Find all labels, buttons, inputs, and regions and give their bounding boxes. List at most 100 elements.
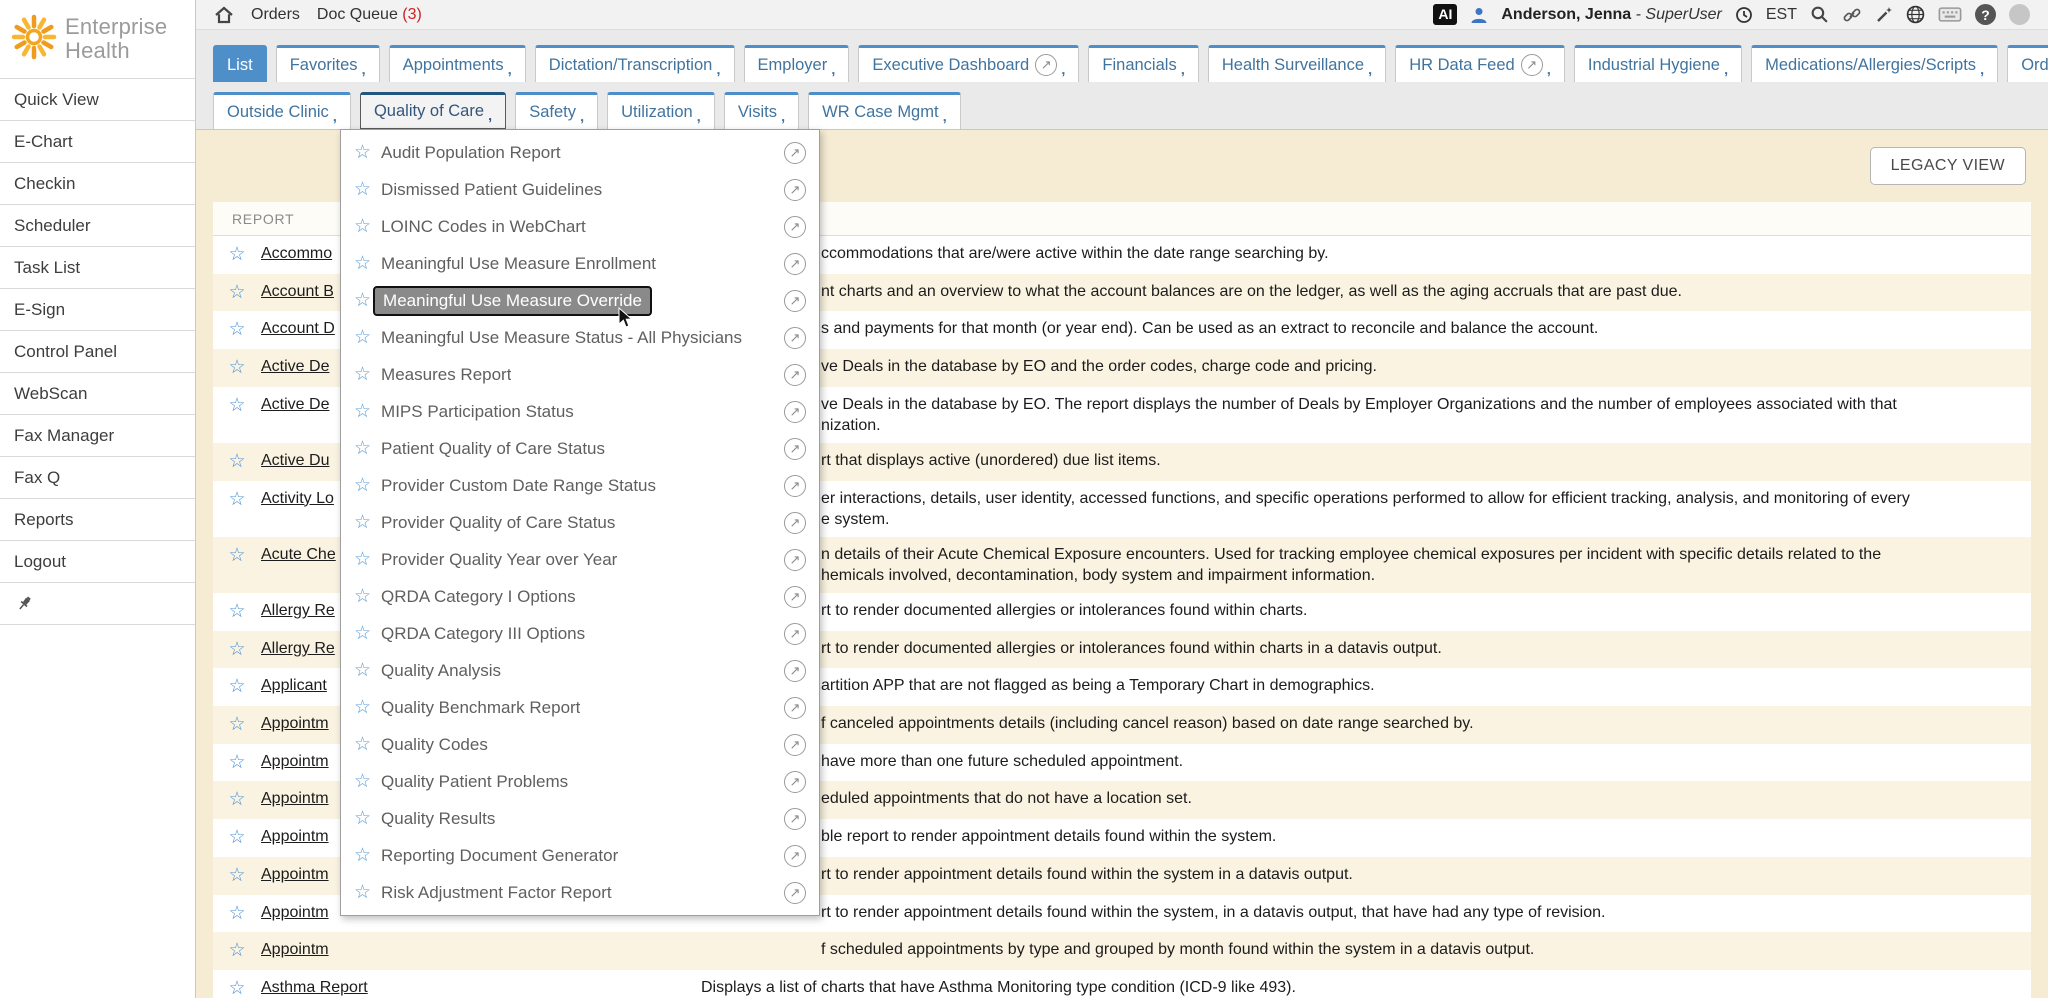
favorite-star-icon[interactable]: ☆ bbox=[354, 141, 371, 164]
favorite-star-icon[interactable]: ☆ bbox=[354, 252, 371, 275]
menu-item-quality-patient-problems[interactable]: ☆ Quality Patient Problems ↗ bbox=[341, 763, 819, 800]
sidebar-item-control-panel[interactable]: Control Panel bbox=[0, 331, 195, 373]
favorite-star-icon[interactable]: ☆ bbox=[213, 638, 261, 663]
favorite-star-icon[interactable]: ☆ bbox=[213, 488, 261, 513]
user-menu[interactable]: Anderson, Jenna - SuperUser bbox=[1501, 6, 1722, 24]
sidebar-item-e-chart[interactable]: E-Chart bbox=[0, 121, 195, 163]
report-link[interactable]: Asthma Report bbox=[261, 977, 701, 998]
sidebar-item-task-list[interactable]: Task List bbox=[0, 247, 195, 289]
open-new-window-icon[interactable]: ↗ bbox=[784, 808, 806, 830]
sidebar-item-webscan[interactable]: WebScan bbox=[0, 373, 195, 415]
open-new-window-icon[interactable]: ↗ bbox=[1521, 54, 1543, 76]
favorite-star-icon[interactable]: ☆ bbox=[354, 807, 371, 830]
tab-medications-allergies-scripts[interactable]: Medications/Allergies/Scripts ‚ bbox=[1751, 45, 1998, 82]
sidebar-item-reports[interactable]: Reports bbox=[0, 499, 195, 541]
help-icon[interactable]: ? bbox=[1975, 4, 1996, 25]
open-new-window-icon[interactable]: ↗ bbox=[784, 179, 806, 201]
open-new-window-icon[interactable]: ↗ bbox=[784, 660, 806, 682]
favorite-star-icon[interactable]: ☆ bbox=[213, 864, 261, 889]
favorite-star-icon[interactable]: ☆ bbox=[354, 400, 371, 423]
open-new-window-icon[interactable]: ↗ bbox=[784, 438, 806, 460]
menu-item-quality-analysis[interactable]: ☆ Quality Analysis ↗ bbox=[341, 652, 819, 689]
favorite-star-icon[interactable]: ☆ bbox=[354, 474, 371, 497]
search-icon[interactable] bbox=[1810, 5, 1829, 24]
keyboard-icon[interactable] bbox=[1938, 6, 1962, 23]
favorite-star-icon[interactable]: ☆ bbox=[354, 585, 371, 608]
open-new-window-icon[interactable]: ↗ bbox=[784, 549, 806, 571]
favorite-star-icon[interactable]: ☆ bbox=[213, 902, 261, 927]
open-new-window-icon[interactable]: ↗ bbox=[784, 771, 806, 793]
tab-quality-of-care[interactable]: Quality of Care ‚ bbox=[360, 92, 506, 129]
favorite-star-icon[interactable]: ☆ bbox=[213, 318, 261, 343]
tab-appointments[interactable]: Appointments ‚ bbox=[389, 45, 526, 82]
favorite-star-icon[interactable]: ☆ bbox=[354, 733, 371, 756]
open-new-window-icon[interactable]: ↗ bbox=[784, 142, 806, 164]
pin-icon[interactable] bbox=[16, 595, 33, 612]
open-new-window-icon[interactable]: ↗ bbox=[784, 327, 806, 349]
tab-industrial-hygiene[interactable]: Industrial Hygiene ‚ bbox=[1574, 45, 1742, 82]
favorite-star-icon[interactable]: ☆ bbox=[354, 215, 371, 238]
open-new-window-icon[interactable]: ↗ bbox=[784, 882, 806, 904]
open-new-window-icon[interactable]: ↗ bbox=[784, 475, 806, 497]
menu-item-meaningful-use-measure-enrollment[interactable]: ☆ Meaningful Use Measure Enrollment ↗ bbox=[341, 245, 819, 282]
tab-safety[interactable]: Safety ‚ bbox=[515, 92, 598, 129]
tab-employer[interactable]: Employer ‚ bbox=[744, 45, 850, 82]
sidebar-item-fax-manager[interactable]: Fax Manager bbox=[0, 415, 195, 457]
favorite-star-icon[interactable]: ☆ bbox=[213, 939, 261, 964]
menu-item-audit-population-report[interactable]: ☆ Audit Population Report ↗ bbox=[341, 134, 819, 171]
favorite-star-icon[interactable]: ☆ bbox=[354, 622, 371, 645]
open-new-window-icon[interactable]: ↗ bbox=[1035, 54, 1057, 76]
wand-icon[interactable] bbox=[1875, 6, 1893, 24]
menu-item-patient-quality-of-care-status[interactable]: ☆ Patient Quality of Care Status ↗ bbox=[341, 430, 819, 467]
menu-item-risk-adjustment-factor-report[interactable]: ☆ Risk Adjustment Factor Report ↗ bbox=[341, 874, 819, 911]
legacy-view-button[interactable]: LEGACY VIEW bbox=[1870, 147, 2026, 185]
sidebar-item-checkin[interactable]: Checkin bbox=[0, 163, 195, 205]
favorite-star-icon[interactable]: ☆ bbox=[354, 548, 371, 571]
avatar[interactable] bbox=[2009, 4, 2030, 25]
nav-orders[interactable]: Orders bbox=[251, 6, 300, 24]
open-new-window-icon[interactable]: ↗ bbox=[784, 364, 806, 386]
favorite-star-icon[interactable]: ☆ bbox=[354, 511, 371, 534]
sidebar-item-e-sign[interactable]: E-Sign bbox=[0, 289, 195, 331]
open-new-window-icon[interactable]: ↗ bbox=[784, 512, 806, 534]
favorite-star-icon[interactable]: ☆ bbox=[354, 437, 371, 460]
clock-icon[interactable] bbox=[1735, 6, 1753, 24]
favorite-star-icon[interactable]: ☆ bbox=[213, 450, 261, 475]
tab-orders[interactable]: Orders ‚ bbox=[2007, 45, 2048, 82]
favorite-star-icon[interactable]: ☆ bbox=[213, 751, 261, 776]
report-link[interactable]: Appointm bbox=[261, 939, 701, 961]
menu-item-reporting-document-generator[interactable]: ☆ Reporting Document Generator ↗ bbox=[341, 837, 819, 874]
favorite-star-icon[interactable]: ☆ bbox=[213, 394, 261, 419]
menu-item-quality-codes[interactable]: ☆ Quality Codes ↗ bbox=[341, 726, 819, 763]
menu-item-provider-quality-year-over-year[interactable]: ☆ Provider Quality Year over Year ↗ bbox=[341, 541, 819, 578]
favorite-star-icon[interactable]: ☆ bbox=[354, 696, 371, 719]
open-new-window-icon[interactable]: ↗ bbox=[784, 401, 806, 423]
open-new-window-icon[interactable]: ↗ bbox=[784, 290, 806, 312]
open-new-window-icon[interactable]: ↗ bbox=[784, 586, 806, 608]
favorite-star-icon[interactable]: ☆ bbox=[213, 243, 261, 268]
tab-executive-dashboard[interactable]: Executive Dashboard ↗ ‚ bbox=[858, 45, 1079, 82]
favorite-star-icon[interactable]: ☆ bbox=[354, 326, 371, 349]
favorite-star-icon[interactable]: ☆ bbox=[354, 363, 371, 386]
menu-item-quality-results[interactable]: ☆ Quality Results ↗ bbox=[341, 800, 819, 837]
menu-item-meaningful-use-measure-override[interactable]: ☆ Meaningful Use Measure Override ↗ bbox=[341, 282, 819, 319]
menu-item-provider-quality-of-care-status[interactable]: ☆ Provider Quality of Care Status ↗ bbox=[341, 504, 819, 541]
favorite-star-icon[interactable]: ☆ bbox=[354, 844, 371, 867]
favorite-star-icon[interactable]: ☆ bbox=[213, 600, 261, 625]
favorite-star-icon[interactable]: ☆ bbox=[354, 770, 371, 793]
favorite-star-icon[interactable]: ☆ bbox=[213, 788, 261, 813]
menu-item-quality-benchmark-report[interactable]: ☆ Quality Benchmark Report ↗ bbox=[341, 689, 819, 726]
menu-item-qrda-category-iii-options[interactable]: ☆ QRDA Category III Options ↗ bbox=[341, 615, 819, 652]
ai-badge[interactable]: AI bbox=[1433, 4, 1457, 25]
tab-favorites[interactable]: Favorites ‚ bbox=[276, 45, 380, 82]
link-icon[interactable] bbox=[1842, 6, 1862, 24]
tab-hr-data-feed[interactable]: HR Data Feed ↗ ‚ bbox=[1395, 45, 1565, 82]
tab-wr-case-mgmt[interactable]: WR Case Mgmt ‚ bbox=[808, 92, 961, 129]
favorite-star-icon[interactable]: ☆ bbox=[213, 675, 261, 700]
menu-item-measures-report[interactable]: ☆ Measures Report ↗ bbox=[341, 356, 819, 393]
tab-dictation-transcription[interactable]: Dictation/Transcription ‚ bbox=[535, 45, 735, 82]
menu-item-qrda-category-i-options[interactable]: ☆ QRDA Category I Options ↗ bbox=[341, 578, 819, 615]
open-new-window-icon[interactable]: ↗ bbox=[784, 253, 806, 275]
favorite-star-icon[interactable]: ☆ bbox=[213, 713, 261, 738]
favorite-star-icon[interactable]: ☆ bbox=[213, 977, 261, 998]
